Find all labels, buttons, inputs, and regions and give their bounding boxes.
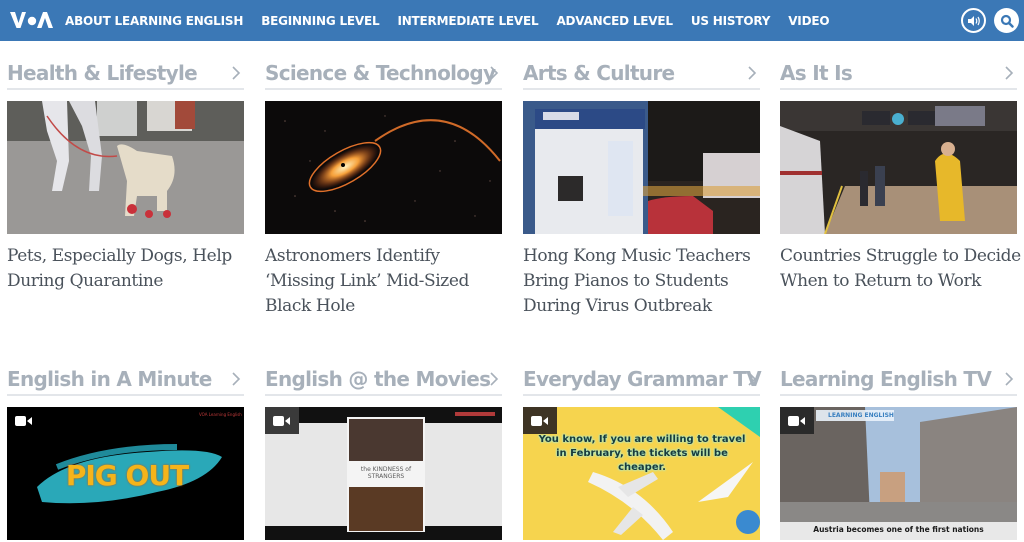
section-header[interactable]: English in A Minute: [7, 362, 244, 396]
video-title-overlay: PIG OUT: [65, 459, 189, 492]
video-camera-icon: [788, 415, 805, 426]
voa-logo[interactable]: [10, 11, 56, 29]
video-badge: [265, 407, 299, 434]
section-header[interactable]: Science & Technology: [265, 56, 502, 90]
svg-text:the KINDNESS of: the KINDNESS of: [361, 466, 412, 473]
chevron-right-icon: [232, 66, 241, 80]
top-navigation-bar: ABOUT LEARNING ENGLISH BEGINNING LEVEL I…: [0, 0, 1024, 41]
section-header[interactable]: Health & Lifestyle: [7, 56, 244, 90]
nav-beginning-level[interactable]: BEGINNING LEVEL: [261, 14, 379, 28]
section-header[interactable]: Learning English TV: [780, 362, 1017, 396]
dog-walking-image: [7, 101, 244, 234]
video-badge: [7, 407, 41, 434]
article-thumbnail[interactable]: [265, 101, 502, 234]
piano-booth-image: [523, 101, 760, 234]
nav-intermediate-level[interactable]: INTERMEDIATE LEVEL: [397, 14, 538, 28]
article-headline[interactable]: Astronomers Identify ‘Missing Link’ Mid-…: [265, 244, 510, 319]
video-thumbnail[interactable]: LEARNING ENGLISH Austria becomes one of …: [780, 407, 1017, 540]
section-title: Health & Lifestyle: [7, 61, 198, 85]
chevron-right-icon: [748, 66, 757, 80]
video-badge: [523, 407, 557, 434]
svg-text:VOA Learning English: VOA Learning English: [199, 412, 242, 417]
section-title: As It Is: [780, 61, 853, 85]
section-header[interactable]: As It Is: [780, 56, 1017, 90]
video-subtitle-overlay: You know, If you are willing to travel i…: [538, 434, 746, 473]
section-title: English in A Minute: [7, 367, 212, 391]
article-thumbnail[interactable]: [523, 101, 760, 234]
video-thumbnail[interactable]: VOA Learning English PIG OUT: [7, 407, 244, 540]
video-thumbnail[interactable]: the KINDNESS of STRANGERS: [265, 407, 502, 540]
article-headline[interactable]: Hong Kong Music Teachers Bring Pianos to…: [523, 244, 768, 319]
search-button[interactable]: [994, 8, 1019, 33]
vienna-street-image: [780, 407, 1017, 540]
section-header[interactable]: Arts & Culture: [523, 56, 760, 90]
article-thumbnail[interactable]: [7, 101, 244, 234]
section-header[interactable]: Everyday Grammar TV: [523, 362, 762, 396]
chevron-right-icon: [490, 66, 499, 80]
section-title: Everyday Grammar TV: [523, 367, 762, 391]
chevron-right-icon: [490, 372, 499, 386]
speaker-icon: [967, 15, 980, 26]
section-title: English @ the Movies: [265, 367, 491, 391]
chevron-right-icon: [748, 372, 757, 386]
video-thumbnail[interactable]: You know, If you are willing to travel i…: [523, 407, 760, 540]
section-title: Science & Technology: [265, 61, 496, 85]
video-camera-icon: [15, 415, 32, 426]
chevron-right-icon: [1005, 66, 1014, 80]
section-title: Learning English TV: [780, 367, 992, 391]
video-camera-icon: [273, 415, 290, 426]
section-title: Arts & Culture: [523, 61, 675, 85]
nav-about-learning-english[interactable]: ABOUT LEARNING ENGLISH: [65, 14, 243, 28]
nav-us-history[interactable]: US HISTORY: [691, 14, 771, 28]
svg-text:STRANGERS: STRANGERS: [368, 473, 405, 480]
channel-brand-label: LEARNING ENGLISH: [828, 412, 894, 419]
nav-video[interactable]: VIDEO: [788, 14, 829, 28]
main-nav: ABOUT LEARNING ENGLISH BEGINNING LEVEL I…: [65, 0, 847, 41]
video-badge: [780, 407, 814, 434]
chevron-right-icon: [1005, 372, 1014, 386]
black-hole-image: [265, 101, 502, 234]
article-headline[interactable]: Pets, Especially Dogs, Help During Quara…: [7, 244, 252, 294]
video-caption: Austria becomes one of the first nations: [813, 525, 984, 534]
train-platform-image: [780, 101, 1017, 234]
article-headline[interactable]: Countries Struggle to Decide When to Ret…: [780, 244, 1024, 294]
section-header[interactable]: English @ the Movies: [265, 362, 502, 396]
search-icon: [1000, 14, 1014, 28]
article-thumbnail[interactable]: [780, 101, 1017, 234]
nav-advanced-level[interactable]: ADVANCED LEVEL: [556, 14, 673, 28]
movie-poster-image: the KINDNESS of STRANGERS: [265, 407, 502, 540]
audio-button[interactable]: [961, 8, 986, 33]
video-camera-icon: [531, 415, 548, 426]
chevron-right-icon: [232, 372, 241, 386]
